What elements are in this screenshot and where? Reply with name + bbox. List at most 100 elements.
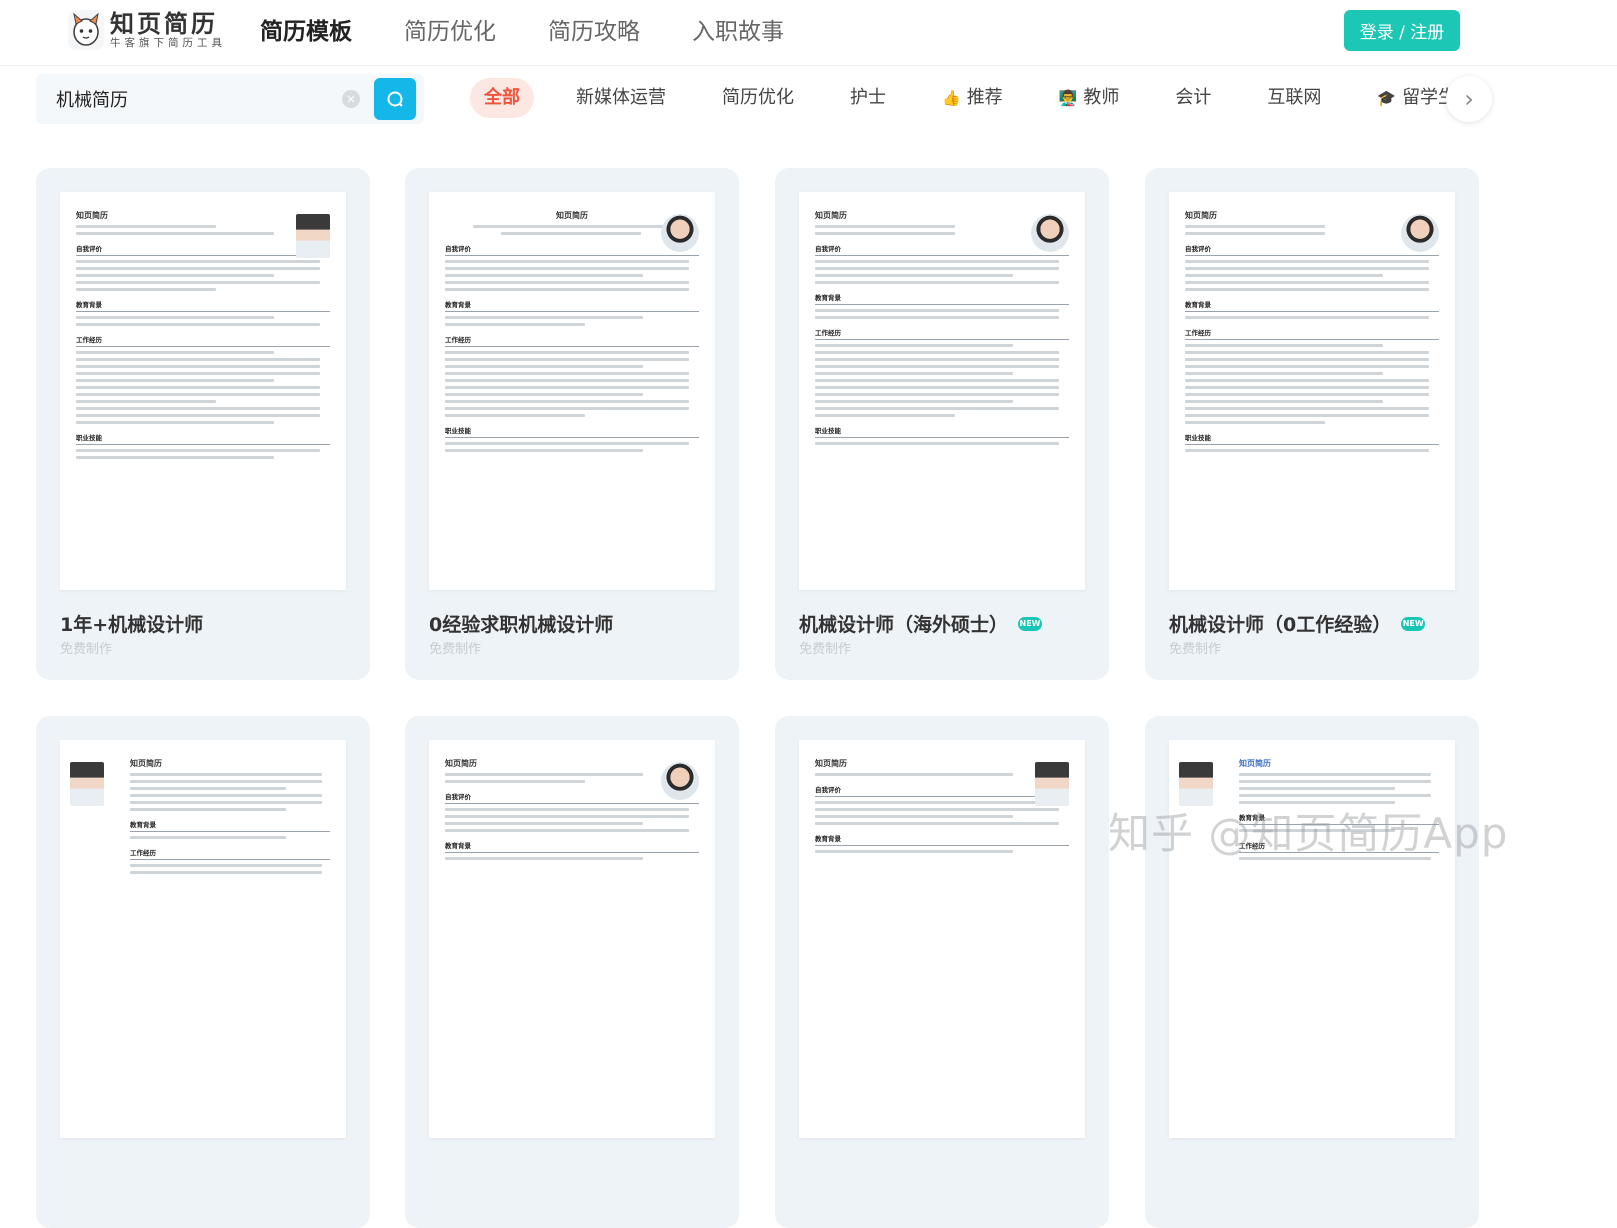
filter-chip-internet[interactable]: 互联网 [1253,78,1335,118]
resume-preview: 知页简历 自我评价 教育背景 [799,740,1085,1138]
teacher-icon: 👨‍🏫 [1058,89,1078,107]
template-card[interactable]: 知页简历 教育背景 工作经历 [1145,716,1479,1228]
logo-mascot-icon [68,10,104,50]
section-title: 工作经历 [815,327,1069,340]
logo-name: 知页简历 [110,9,218,38]
template-card[interactable]: 知页简历 教育背景 工作经历 [36,716,370,1228]
avatar [1031,214,1069,252]
section-title: 教育背景 [815,292,1069,305]
section-title: 工作经历 [1185,327,1439,340]
top-navigation-bar: 知页简历 牛客旗下简历工具 简历模板 简历优化 简历攻略 入职故事 登录 / 注… [0,0,1617,66]
filter-label: 简历优化 [722,87,794,108]
logo[interactable]: 知页简历 牛客旗下简历工具 [68,10,226,50]
section-title: 职业技能 [815,425,1069,438]
resume-name: 知页简历 [1185,211,1217,220]
avatar [296,214,330,258]
filter-chip-accounting[interactable]: 会计 [1161,78,1225,118]
watermark: 知乎 @知页简历App [1108,809,1509,858]
section-title: 教育背景 [130,819,330,832]
search-button[interactable] [374,78,416,120]
resume-preview: 知页简历 自我评价 教育背景 工作经历 职业技能 [799,192,1085,590]
filter-chip-nurse[interactable]: 护士 [836,78,900,118]
resume-name: 知页简历 [1239,759,1271,768]
avatar [661,214,699,252]
filter-label: 会计 [1175,87,1212,108]
template-card[interactable]: 知页简历 自我评价 教育背景 [405,716,739,1228]
new-badge: NEW [1018,616,1043,631]
card-title: 机械设计师（海外硕士） [799,614,1009,636]
login-register-button[interactable]: 登录 / 注册 [1344,10,1460,51]
section-title: 教育背景 [445,299,699,312]
card-title: 1年+机械设计师 [60,614,204,636]
nav-stories[interactable]: 入职故事 [692,14,784,50]
resume-name: 知页简历 [445,759,477,768]
card-title: 机械设计师（0工作经验） [1169,614,1392,636]
resume-preview: 知页简历 自我评价 教育背景 工作经历 职业技能 [1169,192,1455,590]
chevron-right-icon[interactable]: › [1446,76,1492,122]
thumbs-up-icon: 👍 [942,89,961,107]
clear-icon[interactable]: × [342,90,360,108]
card-subtitle: 免费制作 [60,642,113,657]
template-card[interactable]: 知页简历 自我评价 教育背景 工作经历 职业技能 0经验求职机械设计师 免费制作 [405,168,739,680]
section-title: 自我评价 [445,243,699,256]
resume-preview: 知页简历 自我评价 教育背景 [429,740,715,1138]
filter-chip-resume-optimize[interactable]: 简历优化 [708,78,808,118]
section-title: 自我评价 [445,791,699,804]
nav-optimize[interactable]: 简历优化 [404,14,496,50]
section-title: 教育背景 [815,833,1069,846]
avatar [70,762,104,806]
avatar [1401,214,1439,252]
filter-chip-recommend[interactable]: 👍 推荐 [928,78,1017,118]
section-title: 职业技能 [445,425,699,438]
resume-name: 知页简历 [130,759,162,768]
filter-label: 全部 [484,87,520,108]
filter-label: 互联网 [1267,87,1322,108]
template-card[interactable]: 知页简历 自我评价 教育背景 [775,716,1109,1228]
section-title: 教育背景 [76,299,330,312]
filter-chip-new-media[interactable]: 新媒体运营 [562,78,680,118]
filter-label: 新媒体运营 [576,87,666,108]
filter-label: 教师 [1083,87,1120,108]
resume-preview: 知页简历 自我评价 教育背景 工作经历 职业技能 [429,192,715,590]
filter-label: 推荐 [966,87,1003,108]
section-title: 教育背景 [1185,299,1439,312]
section-title: 自我评价 [815,243,1069,256]
section-title: 职业技能 [76,432,330,445]
graduation-cap-icon: 🎓 [1377,89,1397,107]
resume-name: 知页简历 [815,211,847,220]
resume-preview: 知页简历 自我评价 教育背景 工作经历 职业技能 [60,192,346,590]
filter-chip-teacher[interactable]: 👨‍🏫 教师 [1045,78,1134,118]
main-nav: 简历模板 简历优化 简历攻略 入职故事 [260,14,836,50]
card-title: 0经验求职机械设计师 [429,614,614,636]
filter-label: 护士 [850,87,886,108]
logo-subtitle: 牛客旗下简历工具 [110,36,226,49]
section-title: 职业技能 [1185,432,1439,445]
avatar [1035,762,1069,806]
card-subtitle: 免费制作 [799,642,852,657]
section-title: 工作经历 [445,334,699,347]
search-box: × [36,74,424,124]
avatar [661,762,699,800]
resume-preview: 知页简历 教育背景 工作经历 [60,740,346,1138]
new-badge: NEW [1401,616,1426,631]
section-title: 工作经历 [76,334,330,347]
card-subtitle: 免费制作 [1169,642,1222,657]
resume-name: 知页简历 [556,211,588,220]
resume-name: 知页简历 [815,759,847,768]
search-icon [387,91,403,107]
nav-guide[interactable]: 简历攻略 [548,14,640,50]
section-title: 工作经历 [130,847,330,860]
section-title: 自我评价 [1185,243,1439,256]
filter-chip-all[interactable]: 全部 [470,78,534,118]
section-title: 自我评价 [815,784,1069,797]
category-filters: 全部 新媒体运营 简历优化 护士 👍 推荐 👨‍🏫 教师 会计 互联网 🎓 留学生 [470,78,1498,118]
card-subtitle: 免费制作 [429,642,482,657]
template-card[interactable]: 知页简历 自我评价 教育背景 工作经历 职业技能 机械设计师（0工作经验） NEW… [1145,168,1479,680]
template-card[interactable]: 知页简历 自我评价 教育背景 工作经历 职业技能 1年+机械设计师 免费制作 [36,168,370,680]
nav-templates[interactable]: 简历模板 [260,14,352,50]
section-title: 自我评价 [76,243,330,256]
section-title: 教育背景 [445,840,699,853]
resume-name: 知页简历 [76,211,108,220]
search-input[interactable] [56,86,336,112]
template-card[interactable]: 知页简历 自我评价 教育背景 工作经历 职业技能 机械设计师（海外硕士） NEW … [775,168,1109,680]
